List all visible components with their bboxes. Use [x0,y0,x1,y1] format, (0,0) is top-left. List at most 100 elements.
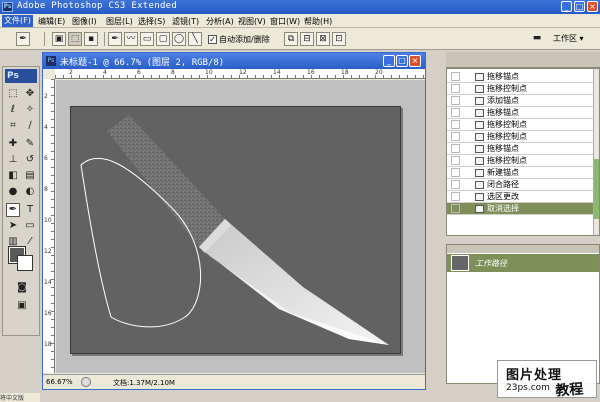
history-source-box[interactable] [451,132,460,141]
artboard[interactable] [70,106,401,354]
menu-image[interactable]: 图像(I) [72,16,97,27]
rectangle-icon[interactable]: ▭ [140,32,154,46]
add-to-path-icon[interactable]: ⧉ [284,32,298,46]
pen-tool-icon[interactable]: ✒ [6,203,20,217]
exclude-path-icon[interactable]: ⊡ [332,32,346,46]
history-item[interactable]: 拖移控制点 [447,131,593,143]
gradient-tool-icon[interactable]: ▤ [23,169,37,183]
history-source-box[interactable] [451,144,460,153]
history-item[interactable]: 取消选择 [447,203,593,215]
history-item-label: 拖移锚点 [487,108,519,117]
history-source-box[interactable] [451,168,460,177]
rounded-rectangle-icon[interactable]: ▢ [156,32,170,46]
menu-file[interactable]: 文件(F) [2,15,33,27]
magic-wand-icon[interactable]: ✧ [23,103,37,117]
screen-mode-icon[interactable]: ▣ [15,299,29,313]
history-item[interactable]: 拖移控制点 [447,83,593,95]
freeform-pen-icon[interactable]: 〰 [124,32,138,46]
history-item[interactable]: 拖移锚点 [447,143,593,155]
brush-tool-icon[interactable]: ✎ [23,137,37,151]
history-source-box[interactable] [451,96,460,105]
menu-filter[interactable]: 滤镜(T) [172,16,199,27]
history-scrollbar[interactable] [593,69,599,235]
menu-view[interactable]: 视图(V) [238,16,266,27]
pen-tool-preset-icon[interactable]: ✒ [16,32,30,46]
vertical-ruler[interactable]: 2 4 6 8 10 12 14 16 18 [43,79,55,373]
scrollbar-thumb[interactable] [594,159,599,219]
history-item[interactable]: 拖移控制点 [447,155,593,167]
doc-maximize-button[interactable]: □ [396,55,408,67]
history-item[interactable]: 选区更改 [447,191,593,203]
dodge-tool-icon[interactable]: ◐ [23,185,37,199]
status-info-icon[interactable] [81,377,91,387]
history-state-icon [475,205,484,213]
workspace-dropdown[interactable]: 工作区 ▾ [553,33,584,44]
history-item[interactable]: 拖移控制点 [447,119,593,131]
panel-tab-strip[interactable] [446,52,600,68]
crop-tool-icon[interactable]: ⌗ [6,119,20,133]
marquee-tool-icon[interactable]: ⬚ [6,87,20,101]
ellipse-icon[interactable]: ◯ [172,32,186,46]
history-source-box[interactable] [451,192,460,201]
checkbox-checked-icon[interactable]: ✓ [208,35,217,44]
work-path-row[interactable]: 工作路径 [447,254,599,272]
history-item-label: 拖移控制点 [487,156,527,165]
history-source-box[interactable] [451,204,460,213]
slice-tool-icon[interactable]: ∕ [23,119,37,133]
shape-layers-icon[interactable]: ▣ [52,32,66,46]
blur-tool-icon[interactable]: ● [6,185,20,199]
history-item[interactable]: 闭合路径 [447,179,593,191]
quick-mask-icon[interactable]: ◙ [15,281,29,295]
eraser-icon[interactable]: ◧ [6,169,20,183]
history-source-box[interactable] [451,84,460,93]
menu-help[interactable]: 帮助(H) [304,16,332,27]
history-source-box[interactable] [451,72,460,81]
type-tool-icon[interactable]: T [23,203,37,217]
healing-brush-icon[interactable]: ✚ [6,137,20,151]
fill-pixels-icon[interactable]: ▪ [84,32,98,46]
history-source-box[interactable] [451,156,460,165]
background-color-swatch[interactable] [17,255,33,271]
auto-add-delete-checkbox[interactable]: ✓ 自动添加/删除 [208,34,270,45]
horizontal-ruler[interactable]: 2 4 6 8 10 12 14 16 18 20 [55,69,425,79]
subtract-path-icon[interactable]: ⊟ [300,32,314,46]
history-brush-icon[interactable]: ↺ [23,153,37,167]
doc-minimize-button[interactable]: _ [383,55,395,67]
paths-mode-icon[interactable]: ⬚ [68,32,82,46]
menu-select[interactable]: 选择(S) [138,16,165,27]
restore-button[interactable]: □ [574,1,585,12]
doc-close-button[interactable]: × [409,55,421,67]
palette-well-icon[interactable]: ▬ [530,32,544,46]
ruler-tick-label: 20 [375,69,383,76]
paths-panel-tabs[interactable] [447,245,599,253]
pen-icon[interactable]: ✒ [108,32,122,46]
history-source-box[interactable] [451,120,460,129]
history-item[interactable]: 拖移锚点 [447,71,593,83]
document-title-bar[interactable]: Ps 未标题-1 @ 66.7% (图层 2, RGB/8) _ □ × [43,53,425,69]
zoom-level[interactable]: 66.67% [46,378,73,386]
shape-tool-icon[interactable]: ▭ [23,219,37,233]
history-item[interactable]: 拖移锚点 [447,107,593,119]
line-icon[interactable]: ╲ [188,32,202,46]
history-source-box[interactable] [451,108,460,117]
menu-layer[interactable]: 图层(L) [106,16,133,27]
minimize-button[interactable]: _ [561,1,572,12]
move-tool-icon[interactable]: ✥ [23,87,37,101]
history-item[interactable]: 添加锚点 [447,95,593,107]
eyedropper-icon[interactable]: ⁄ [23,235,37,249]
menu-analysis[interactable]: 分析(A) [206,16,234,27]
history-item[interactable]: 新建锚点 [447,167,593,179]
menu-window[interactable]: 窗口(W) [270,16,300,27]
canvas-area[interactable] [56,80,425,373]
path-selection-icon[interactable]: ➤ [6,219,20,233]
menu-edit[interactable]: 编辑(E) [38,16,65,27]
app-title-bar: Ps Adobe Photoshop CS3 Extended _ □ × [0,0,600,14]
intersect-path-icon[interactable]: ⊠ [316,32,330,46]
close-button[interactable]: × [587,1,598,12]
document-size-info[interactable]: 文档:1.37M/2.10M [113,378,175,388]
history-source-box[interactable] [451,180,460,189]
history-state-icon [475,181,484,189]
ruler-tick-label: 10 [205,69,213,76]
lasso-tool-icon[interactable]: ℓ [6,103,20,117]
clone-stamp-icon[interactable]: ⊥ [6,153,20,167]
